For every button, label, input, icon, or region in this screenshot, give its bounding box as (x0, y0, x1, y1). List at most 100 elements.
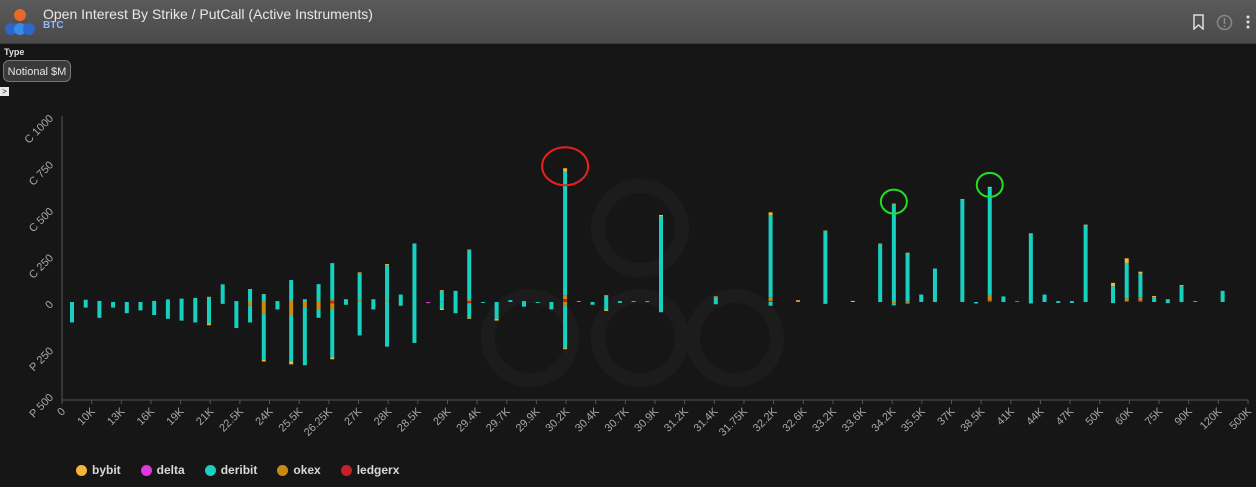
legend-item-bybit[interactable]: bybit (76, 463, 121, 477)
bar-call-bybit[interactable] (357, 272, 362, 274)
bar-call-deribit[interactable] (1193, 301, 1198, 302)
bar-put-okex[interactable] (316, 302, 321, 310)
bar-call-bybit[interactable] (467, 249, 472, 251)
bar-put-deribit[interactable] (563, 305, 568, 349)
bar-put-deribit[interactable] (152, 302, 157, 316)
bar-put-deribit[interactable] (385, 302, 390, 347)
bar-call-deribit[interactable] (343, 299, 348, 302)
bar-call-deribit[interactable] (631, 301, 636, 302)
bar-call-deribit[interactable] (987, 187, 992, 295)
bar-call-deribit[interactable] (1111, 286, 1116, 302)
bar-call-deribit[interactable] (713, 297, 718, 302)
bar-call-bybit[interactable] (1165, 299, 1170, 301)
bar-call-okex[interactable] (357, 300, 362, 302)
bar-call-bybit[interactable] (563, 168, 568, 172)
bar-put-okex[interactable] (467, 302, 472, 304)
bar-call-deribit[interactable] (316, 284, 321, 301)
bar-call-bybit[interactable] (1111, 282, 1116, 287)
bar-call-deribit[interactable] (439, 290, 444, 302)
bar-put-deribit[interactable] (70, 302, 74, 323)
bar-call-deribit[interactable] (617, 301, 622, 302)
bar-call-deribit[interactable] (1069, 301, 1074, 302)
bar-put-deribit[interactable] (179, 302, 184, 321)
bar-put-ledgerx[interactable] (330, 302, 335, 304)
bar-put-deribit[interactable] (1165, 302, 1170, 304)
bar-call-deribit[interactable] (193, 297, 198, 302)
bar-call-deribit[interactable] (932, 268, 937, 302)
bar-call-ledgerx[interactable] (563, 299, 568, 302)
bar-call-deribit[interactable] (1220, 290, 1225, 302)
bar-put-deribit[interactable] (439, 302, 444, 309)
bar-call-deribit[interactable] (453, 290, 458, 302)
bar-call-deribit[interactable] (1083, 225, 1088, 302)
bar-put-deribit[interactable] (549, 302, 554, 310)
bar-put-bybit[interactable] (261, 359, 266, 362)
bar-call-deribit[interactable] (1124, 262, 1129, 299)
bar-put-deribit[interactable] (1028, 302, 1033, 304)
bar-call-okex[interactable] (289, 300, 294, 302)
expand-toggle[interactable]: > (0, 87, 9, 96)
bar-call-deribit[interactable] (357, 273, 362, 301)
bar-call-bybit[interactable] (385, 264, 390, 266)
bar-call-deribit[interactable] (371, 299, 376, 302)
bar-put-deribit[interactable] (713, 302, 718, 305)
bar-put-bybit[interactable] (330, 357, 335, 360)
more-vertical-icon[interactable] (1245, 14, 1251, 30)
bar-call-deribit[interactable] (385, 265, 390, 301)
bar-call-okex[interactable] (987, 294, 992, 301)
legend-item-deribit[interactable]: deribit (204, 463, 257, 477)
info-icon[interactable] (1216, 14, 1233, 31)
bar-put-deribit[interactable] (891, 303, 896, 306)
bar-call-deribit[interactable] (960, 199, 965, 302)
bar-put-deribit[interactable] (1111, 302, 1116, 304)
bar-put-deribit[interactable] (124, 302, 129, 314)
bar-put-deribit[interactable] (138, 302, 143, 311)
bar-call-deribit[interactable] (152, 300, 157, 302)
bar-put-okex[interactable] (261, 302, 266, 314)
bar-call-bybit[interactable] (206, 296, 211, 298)
bar-call-deribit[interactable] (248, 288, 253, 302)
bar-call-ledgerx[interactable] (1124, 301, 1129, 302)
bar-put-deribit[interactable] (83, 302, 88, 308)
bar-call-okex[interactable] (439, 301, 444, 302)
bar-call-deribit[interactable] (522, 301, 527, 302)
bar-call-okex[interactable] (768, 297, 773, 301)
legend-item-okex[interactable]: okex (277, 463, 321, 477)
bar-call-bybit[interactable] (659, 214, 663, 217)
bar-call-okex[interactable] (385, 300, 390, 302)
bar-call-deribit[interactable] (330, 263, 335, 300)
bar-call-deribit[interactable] (1056, 301, 1061, 302)
bar-call-deribit[interactable] (823, 231, 828, 302)
bar-call-bybit[interactable] (891, 203, 896, 205)
bar-call-bybit[interactable] (823, 230, 828, 232)
bar-call-bybit[interactable] (795, 300, 800, 301)
bar-put-deribit[interactable] (412, 302, 417, 343)
bar-call-deribit[interactable] (905, 253, 910, 302)
bar-put-deribit[interactable] (494, 302, 499, 319)
bar-put-delta[interactable] (426, 302, 431, 304)
bar-put-deribit[interactable] (357, 302, 362, 336)
bar-put-deribit[interactable] (206, 302, 211, 324)
bar-put-deribit[interactable] (330, 309, 335, 358)
bar-put-okex[interactable] (330, 303, 335, 310)
bar-call-okex[interactable] (905, 301, 910, 302)
bar-call-bybit[interactable] (1152, 296, 1157, 298)
bar-call-bybit[interactable] (1138, 271, 1143, 274)
bar-put-ledgerx[interactable] (467, 302, 472, 303)
bar-call-deribit[interactable] (1138, 273, 1143, 298)
bar-put-bybit[interactable] (206, 323, 211, 326)
bar-call-deribit[interactable] (919, 294, 924, 302)
legend-item-delta[interactable]: delta (140, 463, 185, 477)
bar-put-bybit[interactable] (563, 348, 568, 350)
bar-call-deribit[interactable] (1028, 233, 1033, 302)
bar-call-deribit[interactable] (508, 300, 513, 302)
bar-call-deribit[interactable] (165, 299, 170, 302)
bar-call-ledgerx[interactable] (467, 301, 472, 302)
bar-call-deribit[interactable] (398, 294, 403, 302)
bar-call-deribit[interactable] (220, 284, 225, 302)
bar-put-deribit[interactable] (522, 302, 527, 307)
bar-put-bybit[interactable] (494, 318, 499, 321)
bar-put-deribit[interactable] (768, 302, 773, 306)
bar-call-deribit[interactable] (1179, 286, 1184, 302)
bar-call-deribit[interactable] (645, 301, 650, 302)
